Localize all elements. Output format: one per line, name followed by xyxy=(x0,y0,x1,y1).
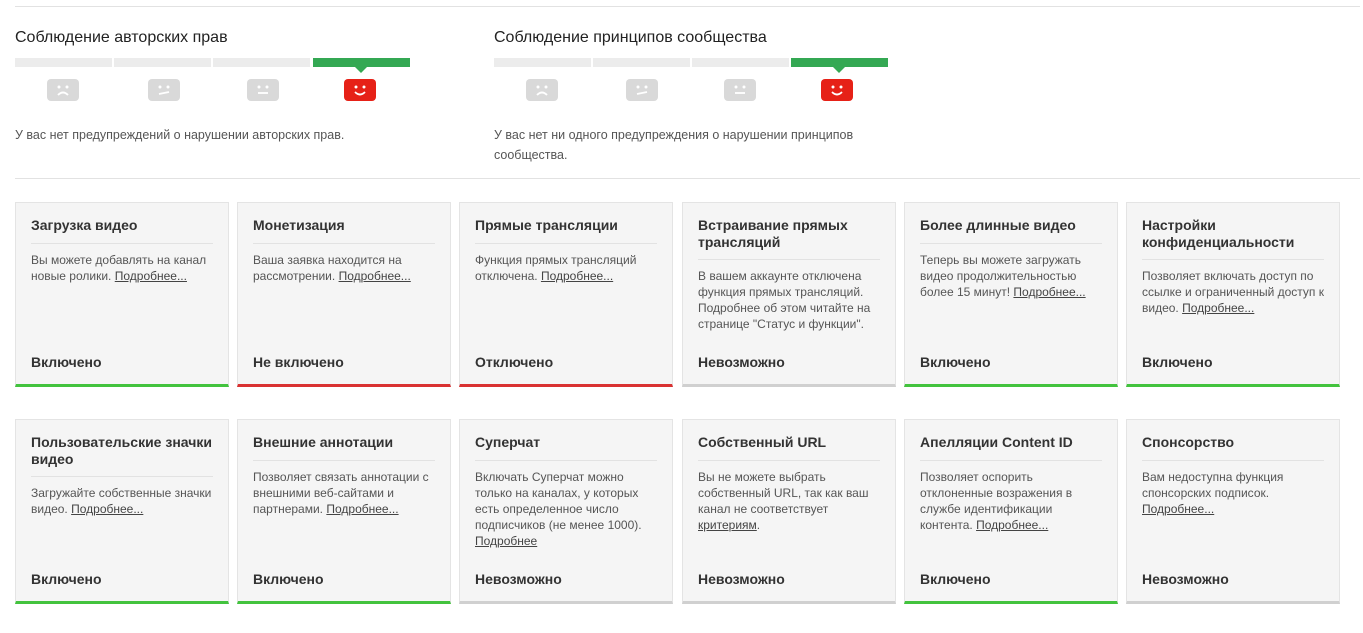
feature-card-status: Невозможно xyxy=(698,354,785,370)
feature-card-title: Встраивание прямых трансляций xyxy=(698,217,880,260)
learn-more-link[interactable]: Подробнее... xyxy=(1142,502,1214,516)
feature-card-title: Прямые трансляции xyxy=(475,217,657,244)
strike-faces xyxy=(15,79,435,105)
feature-card-title: Загрузка видео xyxy=(31,217,213,244)
feature-card-status: Невозможно xyxy=(1142,571,1229,587)
feature-card-text-tail: . xyxy=(756,517,761,532)
feature-card: Встраивание прямых трансляций В вашем акк… xyxy=(682,202,896,387)
feature-card-description: Позволяет оспорить отклоненные возражени… xyxy=(920,469,1102,533)
learn-more-link[interactable]: Подробнее... xyxy=(115,269,187,283)
community-strikes-title: Соблюдение принципов сообщества xyxy=(494,29,767,46)
meh-face-icon xyxy=(148,79,180,101)
feature-card-text: Вам недоступна функция спонсорских подпи… xyxy=(1142,469,1284,500)
neutral-face-icon xyxy=(724,79,756,101)
feature-card-status: Невозможно xyxy=(698,571,785,587)
happy-face-icon xyxy=(821,79,853,101)
feature-card-description: Вы можете добавлять на канал новые ролик… xyxy=(31,252,213,284)
copyright-strikes-title: Соблюдение авторских прав xyxy=(15,29,228,46)
feature-card-description: Позволяет связать аннотации с внешними в… xyxy=(253,469,435,517)
feature-card-description: Вы не можете выбрать собственный URL, та… xyxy=(698,469,880,533)
feature-card: Более длинные видео Теперь вы можете загр… xyxy=(904,202,1118,387)
sad-face-icon xyxy=(47,79,79,101)
feature-card: Загрузка видео Вы можете добавлять на кан… xyxy=(15,202,229,387)
feature-card: Прямые трансляции Функция прямых трансляц… xyxy=(459,202,673,387)
feature-card-description: Теперь вы можете загружать видео продолж… xyxy=(920,252,1102,300)
copyright-strike-bar xyxy=(15,58,411,73)
feature-card: Спонсорство Вам недоступна функция спонсо… xyxy=(1126,419,1340,604)
community-strikes-section: Соблюдение принципов сообщества У вас не… xyxy=(494,27,914,165)
feature-card-status: Не включено xyxy=(253,354,344,370)
strike-segment-active xyxy=(791,58,888,73)
feature-card-text: Включать Суперчат можно только на канала… xyxy=(475,469,642,532)
feature-card-text: В вашем аккаунте отключена функция прямы… xyxy=(698,269,871,331)
happy-face-icon xyxy=(344,79,376,101)
sad-face-icon xyxy=(526,79,558,101)
feature-card-description: Ваша заявка находится на рассмотрении. П… xyxy=(253,252,435,284)
strike-segment xyxy=(593,58,690,67)
feature-card: Апелляции Content ID Позволяет оспорить о… xyxy=(904,419,1118,604)
feature-card: Настройки конфиденциальности Позволяет вк… xyxy=(1126,202,1340,387)
learn-more-link[interactable]: Подробнее... xyxy=(71,502,143,516)
feature-card-status: Отключено xyxy=(475,354,554,370)
strike-segment xyxy=(15,58,112,67)
feature-card-title: Настройки конфиденциальности xyxy=(1142,217,1324,260)
copyright-strikes-message: У вас нет предупреждений о нарушении авт… xyxy=(15,128,345,142)
strike-segment xyxy=(494,58,591,67)
neutral-face-icon xyxy=(247,79,279,101)
top-divider xyxy=(15,6,1360,7)
feature-card-title: Более длинные видео xyxy=(920,217,1102,244)
feature-card: Монетизация Ваша заявка находится на расс… xyxy=(237,202,451,387)
learn-more-link[interactable]: Подробнее... xyxy=(339,269,411,283)
strike-segment xyxy=(692,58,789,67)
feature-card-status: Невозможно xyxy=(475,571,562,587)
feature-card: Собственный URL Вы не можете выбрать собс… xyxy=(682,419,896,604)
feature-card-title: Собственный URL xyxy=(698,434,880,461)
feature-card-description: Функция прямых трансляций отключена. Под… xyxy=(475,252,657,284)
feature-card-title: Пользовательские значки видео xyxy=(31,434,213,477)
meh-face-icon xyxy=(626,79,658,101)
feature-card-description: Включать Суперчат можно только на канала… xyxy=(475,469,657,549)
feature-card-title: Внешние аннотации xyxy=(253,434,435,461)
learn-more-link[interactable]: Подробнее xyxy=(475,534,537,548)
feature-card-status: Включено xyxy=(31,354,102,370)
feature-card: Суперчат Включать Суперчат можно только н… xyxy=(459,419,673,604)
strike-segment-active xyxy=(313,58,410,73)
feature-card-status: Включено xyxy=(1142,354,1213,370)
feature-card-status: Включено xyxy=(920,571,991,587)
community-strike-bar xyxy=(494,58,890,73)
learn-more-link[interactable]: Подробнее... xyxy=(326,502,398,516)
feature-card-status: Включено xyxy=(920,354,991,370)
feature-card-title: Апелляции Content ID xyxy=(920,434,1102,461)
feature-card-description: Загружайте собственные значки видео. Под… xyxy=(31,485,213,517)
feature-card-title: Суперчат xyxy=(475,434,657,461)
feature-card-description: Позволяет включать доступ по ссылке и ог… xyxy=(1142,268,1324,316)
strike-segment xyxy=(213,58,310,67)
feature-card: Пользовательские значки видео Загружайте … xyxy=(15,419,229,604)
copyright-strikes-section: Соблюдение авторских прав У вас нет пред… xyxy=(15,27,435,145)
feature-card-title: Монетизация xyxy=(253,217,435,244)
feature-card: Внешние аннотации Позволяет связать аннот… xyxy=(237,419,451,604)
learn-more-link[interactable]: критериям xyxy=(698,518,757,532)
learn-more-link[interactable]: Подробнее... xyxy=(976,518,1048,532)
section-divider xyxy=(15,178,1360,179)
feature-card-status: Включено xyxy=(253,571,324,587)
feature-card-description: В вашем аккаунте отключена функция прямы… xyxy=(698,268,880,332)
feature-card-status: Включено xyxy=(31,571,102,587)
learn-more-link[interactable]: Подробнее... xyxy=(541,269,613,283)
learn-more-link[interactable]: Подробнее... xyxy=(1013,285,1085,299)
strike-faces xyxy=(494,79,914,105)
learn-more-link[interactable]: Подробнее... xyxy=(1182,301,1254,315)
strike-segment xyxy=(114,58,211,67)
feature-card-title: Спонсорство xyxy=(1142,434,1324,461)
feature-card-description: Вам недоступна функция спонсорских подпи… xyxy=(1142,469,1324,517)
community-strikes-message: У вас нет ни одного предупреждения о нар… xyxy=(494,128,854,162)
feature-card-text: Вы не можете выбрать собственный URL, та… xyxy=(698,469,869,516)
